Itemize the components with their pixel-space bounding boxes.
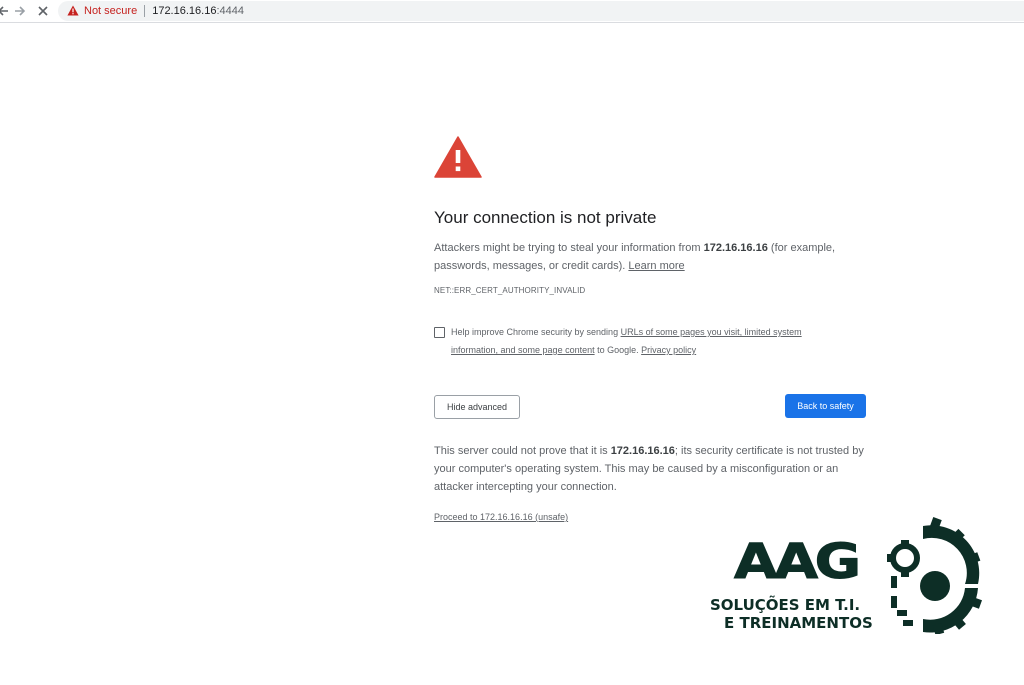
gear-icon	[887, 516, 983, 634]
close-icon	[38, 6, 48, 16]
interstitial-content: Your connection is not private Attackers…	[434, 136, 874, 522]
details-paragraph: This server could not prove that it is 1…	[434, 442, 864, 496]
details-text: This server could not prove that it is	[434, 445, 611, 457]
logo-tagline-1: SOLUÇÕES EM T.I.	[710, 596, 861, 614]
learn-more-link[interactable]: Learn more	[628, 260, 684, 272]
address-bar[interactable]: Not secure 172.16.16.16:4444	[58, 1, 1024, 21]
error-code: NET::ERR_CERT_AUTHORITY_INVALID	[434, 286, 586, 295]
url-host: 172.16.16.16	[152, 5, 217, 17]
details-host: 172.16.16.16	[610, 445, 675, 457]
intro-text: Attackers might be trying to steal your …	[434, 242, 704, 254]
browser-toolbar: Not secure 172.16.16.16:4444	[0, 0, 1024, 23]
arrow-right-icon	[15, 6, 26, 16]
not-secure-label[interactable]: Not secure	[84, 5, 137, 17]
watermark-logo: AAG SOLUÇÕES EM T.I. E TREINAMENTOS	[700, 512, 990, 637]
optin-label: Help improve Chrome security by sending …	[451, 323, 851, 359]
security-warning-icon[interactable]	[67, 5, 79, 17]
back-to-safety-button[interactable]: Back to safety	[785, 394, 866, 418]
url-port: :4444	[216, 5, 244, 17]
privacy-policy-link[interactable]: Privacy policy	[641, 345, 696, 355]
logo-brand-text: AAG	[733, 534, 861, 590]
intro-paragraph: Attackers might be trying to steal your …	[434, 239, 844, 275]
hide-advanced-button[interactable]: Hide advanced	[434, 395, 520, 419]
optin-text-middle: to Google.	[594, 345, 642, 355]
page-title: Your connection is not private	[434, 208, 657, 227]
arrow-left-icon	[0, 6, 8, 16]
warning-triangle-icon	[434, 136, 482, 178]
forward-button[interactable]	[11, 2, 29, 20]
optin-checkbox[interactable]	[434, 327, 445, 338]
logo-tagline-2: E TREINAMENTOS	[724, 614, 873, 632]
stop-button[interactable]	[34, 2, 52, 20]
omnibox-divider	[144, 5, 146, 17]
proceed-unsafe-link[interactable]: Proceed to 172.16.16.16 (unsafe)	[434, 512, 568, 522]
optin-text: Help improve Chrome security by sending	[451, 327, 621, 337]
intro-host: 172.16.16.16	[703, 242, 768, 254]
